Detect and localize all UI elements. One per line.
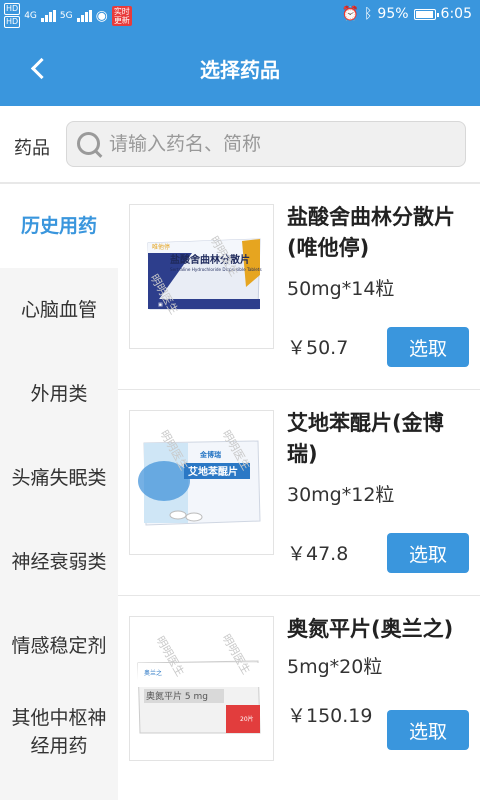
product-name: 奥氮平片(奥兰之) (287, 617, 454, 641)
product-name: 艾地苯醌片(金博瑞) (287, 411, 444, 466)
page-title: 选择药品 (200, 58, 280, 82)
status-bar: HD HD 4G 5G ◉ 实时 更新 ⏰ ᛒ 95% 6:05 (0, 0, 480, 30)
category-item-cardio[interactable]: 心脑血管 (0, 268, 118, 352)
product-item[interactable]: 金博瑞 艾地苯醌片 明明医生 明明医生 艾地苯醌片(金博瑞) 30mg*12粒 … (118, 390, 480, 596)
box-subtitle-text: Sertraline Hydrochloride Dispersible Tab… (170, 267, 262, 272)
category-item-mood[interactable]: 情感稳定剂 (0, 604, 118, 688)
search-row: 药品 (0, 106, 480, 184)
clock: 6:05 (440, 6, 472, 22)
battery-percent: 95% (377, 6, 409, 22)
product-spec: 50mg*14粒 (287, 278, 395, 300)
category-item-other-cns[interactable]: 其他中枢神经用药 (0, 688, 118, 776)
product-price: ￥47.8 (287, 543, 349, 565)
alarm-icon: ⏰ (341, 6, 360, 22)
select-button[interactable]: 选取 (387, 710, 469, 750)
category-item-headache[interactable]: 头痛失眠类 (0, 436, 118, 520)
select-button[interactable]: 选取 (387, 533, 469, 573)
box-brand-text: 金博瑞 (199, 450, 221, 459)
bluetooth-icon: ᛒ (364, 6, 373, 22)
hd-badges: HD HD (4, 3, 21, 28)
search-label: 药品 (14, 138, 50, 159)
hd-badge: HD (4, 3, 21, 15)
network-type: 4G (24, 10, 37, 21)
notification-badge: 实时 更新 (111, 5, 132, 26)
product-image: 金博瑞 艾地苯醌片 明明医生 明明医生 (129, 410, 274, 555)
eye-icon: ◉ (95, 7, 108, 24)
battery-icon (413, 8, 439, 20)
product-image: 奥兰之 奥氮平片 5 mg 20片 明明医生 明明医生 (129, 616, 274, 761)
category-item-external[interactable]: 外用类 (0, 352, 118, 436)
category-sidebar: 历史用药 心脑血管 外用类 头痛失眠类 神经衰弱类 情感稳定剂 其他中枢神经用药 (0, 184, 118, 800)
search-box[interactable] (66, 121, 466, 167)
box-brand-text: 奥兰之 (144, 669, 162, 677)
product-price: ￥150.19 (287, 705, 373, 727)
category-item-history[interactable]: 历史用药 (0, 184, 118, 268)
search-icon (77, 132, 103, 158)
box-title-text: 艾地苯醌片 (188, 465, 238, 478)
product-name: 盐酸舍曲林分散片(唯他停) (287, 205, 455, 260)
app-header: 选择药品 (0, 30, 480, 106)
select-button[interactable]: 选取 (387, 327, 469, 367)
product-list: 唯他停 盐酸舍曲林分散片 Sertraline Hydrochloride Di… (118, 184, 480, 800)
signal-icon (76, 9, 92, 22)
category-item-neurasthenia[interactable]: 神经衰弱类 (0, 520, 118, 604)
product-price: ￥50.7 (287, 337, 349, 359)
box-brand-text: 唯他停 (152, 243, 170, 251)
signal-icon (40, 9, 56, 22)
network-type: 5G (59, 10, 73, 21)
box-title-text: 奥氮平片 5 mg (146, 690, 208, 702)
product-spec: 30mg*12粒 (287, 484, 395, 506)
hd-badge: HD (4, 16, 21, 28)
product-spec: 5mg*20粒 (287, 656, 383, 678)
product-item[interactable]: 唯他停 盐酸舍曲林分散片 Sertraline Hydrochloride Di… (118, 184, 480, 390)
product-image: 唯他停 盐酸舍曲林分散片 Sertraline Hydrochloride Di… (129, 204, 274, 349)
box-count-text: 20片 (240, 715, 254, 723)
search-input[interactable] (109, 122, 449, 166)
box-title-text: 盐酸舍曲林分散片 (170, 253, 250, 266)
product-item[interactable]: 奥兰之 奥氮平片 5 mg 20片 明明医生 明明医生 奥氮平片(奥兰之) 5m… (118, 596, 480, 800)
